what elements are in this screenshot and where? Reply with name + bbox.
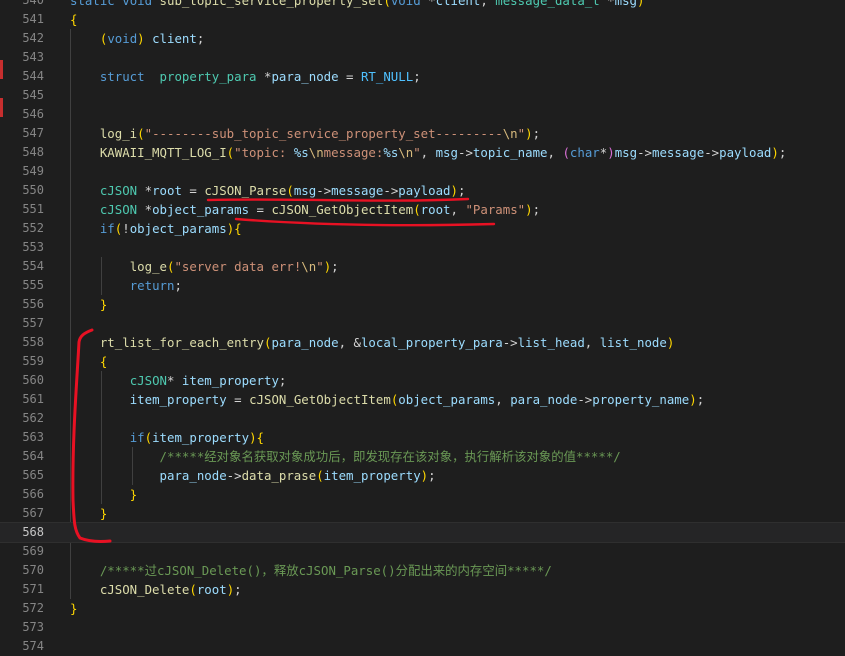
code-line[interactable]: 558 rt_list_for_each_entry(para_node, &l… bbox=[0, 333, 845, 352]
line-code: } bbox=[70, 601, 78, 616]
code-line[interactable]: 552 if(!object_params){ bbox=[0, 219, 845, 238]
code-line[interactable]: 544 struct property_para *para_node = RT… bbox=[0, 67, 845, 86]
line-number: 554 bbox=[22, 259, 44, 273]
line-code: cJSON* item_property; bbox=[129, 373, 287, 388]
line-number: 542 bbox=[22, 31, 44, 45]
line-number: 565 bbox=[22, 468, 44, 482]
code-line[interactable]: 574 bbox=[0, 637, 845, 656]
line-code: if(!object_params){ bbox=[99, 221, 242, 236]
line-number: 540 bbox=[22, 0, 44, 7]
line-number: 549 bbox=[22, 164, 44, 178]
line-code: /*****过cJSON_Delete()，释放cJSON_Parse()分配出… bbox=[99, 563, 552, 578]
code-line[interactable]: 543 bbox=[0, 48, 845, 67]
code-line[interactable]: 549 bbox=[0, 162, 845, 181]
line-number: 574 bbox=[22, 639, 44, 653]
line-code: item_property = cJSON_GetObjectItem(obje… bbox=[129, 392, 705, 407]
line-number: 541 bbox=[22, 12, 44, 26]
line-number: 552 bbox=[22, 221, 44, 235]
line-code: (void) client; bbox=[99, 31, 205, 46]
line-code: log_i("--------sub_topic_service_propert… bbox=[99, 126, 541, 141]
line-number: 551 bbox=[22, 202, 44, 216]
code-line[interactable]: 555 return; bbox=[0, 276, 845, 295]
line-code: } bbox=[99, 297, 108, 312]
line-code: } bbox=[129, 487, 138, 502]
code-line[interactable]: 551 cJSON *object_params = cJSON_GetObje… bbox=[0, 200, 845, 219]
code-line[interactable]: 571 cJSON_Delete(root); bbox=[0, 580, 845, 599]
line-number: 562 bbox=[22, 411, 44, 425]
line-number: 568 bbox=[22, 525, 44, 539]
line-number: 547 bbox=[22, 126, 44, 140]
line-number: 560 bbox=[22, 373, 44, 387]
code-line[interactable]: 559 { bbox=[0, 352, 845, 371]
code-line[interactable]: 565 para_node->data_prase(item_property)… bbox=[0, 466, 845, 485]
line-code: KAWAII_MQTT_LOG_I("topic: %s\nmessage:%s… bbox=[99, 145, 787, 160]
line-code: cJSON *root = cJSON_Parse(msg->message->… bbox=[99, 183, 466, 198]
code-line[interactable]: 540 static void sub_topic_service_propert… bbox=[0, 0, 845, 10]
line-number: 545 bbox=[22, 88, 44, 102]
line-code: if(item_property){ bbox=[129, 430, 264, 445]
code-line[interactable]: 542 (void) client; bbox=[0, 29, 845, 48]
line-number: 558 bbox=[22, 335, 44, 349]
line-number: 571 bbox=[22, 582, 44, 596]
code-line[interactable]: 563 if(item_property){ bbox=[0, 428, 845, 447]
line-code: rt_list_for_each_entry(para_node, &local… bbox=[99, 335, 675, 350]
code-line[interactable]: 567 } bbox=[0, 504, 845, 523]
line-number: 546 bbox=[22, 107, 44, 121]
line-code: { bbox=[70, 12, 78, 27]
line-number: 567 bbox=[22, 506, 44, 520]
code-line[interactable]: 568 bbox=[0, 522, 845, 543]
line-number: 556 bbox=[22, 297, 44, 311]
code-line[interactable]: 541 { bbox=[0, 10, 845, 29]
line-number: 557 bbox=[22, 316, 44, 330]
line-number: 548 bbox=[22, 145, 44, 159]
code-line[interactable]: 553 bbox=[0, 238, 845, 257]
code-line[interactable]: 562 bbox=[0, 409, 845, 428]
line-number: 564 bbox=[22, 449, 44, 463]
code-line[interactable]: 548 KAWAII_MQTT_LOG_I("topic: %s\nmessag… bbox=[0, 143, 845, 162]
code-line[interactable]: 560 cJSON* item_property; bbox=[0, 371, 845, 390]
code-line[interactable]: 561 item_property = cJSON_GetObjectItem(… bbox=[0, 390, 845, 409]
line-code: struct property_para *para_node = RT_NUL… bbox=[99, 69, 421, 84]
code-line[interactable]: 566 } bbox=[0, 485, 845, 504]
code-line[interactable]: 557 bbox=[0, 314, 845, 333]
code-line[interactable]: 570 /*****过cJSON_Delete()，释放cJSON_Parse(… bbox=[0, 561, 845, 580]
line-number: 553 bbox=[22, 240, 44, 254]
code-editor[interactable]: 540 static void sub_topic_service_propert… bbox=[0, 0, 845, 656]
line-number: 543 bbox=[22, 50, 44, 64]
line-number: 563 bbox=[22, 430, 44, 444]
line-code: log_e("server data err!\n"); bbox=[129, 259, 339, 274]
code-line[interactable]: 573 bbox=[0, 618, 845, 637]
line-number: 566 bbox=[22, 487, 44, 501]
code-line[interactable]: 564 /*****经对象名获取对象成功后，即发现存在该对象，执行解析该对象的值… bbox=[0, 447, 845, 466]
line-number: 555 bbox=[22, 278, 44, 292]
line-number: 550 bbox=[22, 183, 44, 197]
line-code: static void sub_topic_service_property_s… bbox=[70, 0, 645, 8]
code-line[interactable]: 556 } bbox=[0, 295, 845, 314]
line-number: 572 bbox=[22, 601, 44, 615]
line-code: return; bbox=[129, 278, 182, 293]
line-number: 559 bbox=[22, 354, 44, 368]
line-number: 573 bbox=[22, 620, 44, 634]
line-number: 544 bbox=[22, 69, 44, 83]
line-code: /*****经对象名获取对象成功后，即发现存在该对象，执行解析该对象的值****… bbox=[159, 449, 621, 464]
code-line[interactable]: 547 log_i("--------sub_topic_service_pro… bbox=[0, 124, 845, 143]
line-number: 570 bbox=[22, 563, 44, 577]
code-line[interactable]: 569 bbox=[0, 542, 845, 561]
code-line[interactable]: 550 cJSON *root = cJSON_Parse(msg->messa… bbox=[0, 181, 845, 200]
line-number: 561 bbox=[22, 392, 44, 406]
line-code: { bbox=[99, 354, 108, 369]
code-line[interactable]: 572} bbox=[0, 599, 845, 618]
line-code: para_node->data_prase(item_property); bbox=[159, 468, 436, 483]
code-line[interactable]: 554 log_e("server data err!\n"); bbox=[0, 257, 845, 276]
code-line[interactable]: 545 bbox=[0, 86, 845, 105]
line-code: cJSON_Delete(root); bbox=[99, 582, 242, 597]
code-lines: 540 static void sub_topic_service_propert… bbox=[0, 0, 845, 656]
code-line[interactable]: 546 bbox=[0, 105, 845, 124]
line-number: 569 bbox=[22, 544, 44, 558]
line-code: cJSON *object_params = cJSON_GetObjectIt… bbox=[99, 202, 541, 217]
line-code: } bbox=[99, 506, 108, 521]
